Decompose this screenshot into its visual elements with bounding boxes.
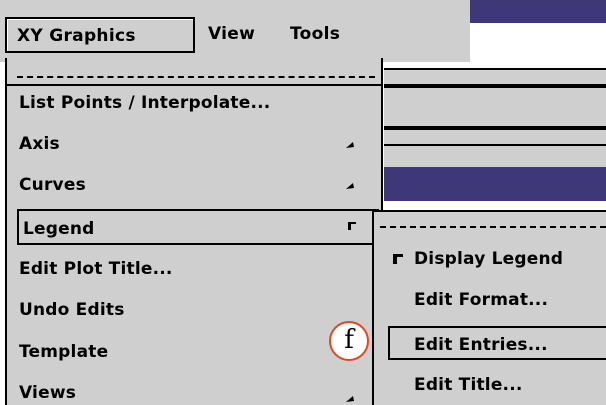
background-window-strip	[384, 128, 606, 146]
menu-item-views[interactable]: Views	[15, 375, 377, 405]
tearoff-line[interactable]	[17, 76, 375, 78]
submenu-item-edit-format[interactable]: Edit Format...	[382, 283, 606, 317]
menu-item-legend[interactable]: Legend	[17, 209, 379, 245]
menu-item-label: Axis	[19, 134, 60, 154]
menu-item-label: Views	[19, 383, 77, 403]
menu-view[interactable]: View	[198, 17, 265, 53]
menu-item-axis[interactable]: Axis	[15, 126, 377, 162]
tearoff-line[interactable]	[380, 226, 606, 228]
annotation-callout: f	[329, 321, 369, 361]
xy-graphics-dropdown: List Points / Interpolate... Axis Curves…	[5, 58, 383, 405]
submenu-arrow-icon	[346, 396, 354, 402]
screen: XY Graphics View Tools List Points / Int…	[0, 0, 606, 405]
submenu-arrow-icon	[348, 222, 356, 230]
submenu-item-label: Edit Title...	[414, 375, 523, 395]
submenu-item-label: Display Legend	[414, 249, 564, 269]
background-window-titlebar	[465, 0, 606, 23]
submenu-arrow-icon	[346, 142, 354, 148]
submenu-item-label: Edit Entries...	[414, 335, 548, 355]
background-window-blue-area	[384, 167, 606, 201]
submenu-item-edit-title[interactable]: Edit Title...	[382, 368, 606, 402]
menu-item-undo-edits[interactable]: Undo Edits	[15, 292, 377, 328]
menu-item-label: Curves	[19, 175, 86, 195]
submenu-item-display-legend[interactable]: Display Legend	[382, 242, 606, 276]
menu-item-template[interactable]: Template	[15, 334, 377, 370]
menu-item-label: List Points / Interpolate...	[19, 93, 271, 113]
submenu-arrow-icon	[346, 183, 354, 189]
menu-item-label: Template	[19, 342, 109, 362]
submenu-item-label: Edit Format...	[414, 290, 549, 310]
background-window-strip	[384, 68, 606, 86]
menu-item-label: Undo Edits	[19, 300, 125, 320]
background-window-panel	[384, 146, 606, 167]
menu-xy-graphics[interactable]: XY Graphics	[5, 17, 195, 53]
menu-item-label: Legend	[23, 219, 95, 239]
menubar: XY Graphics View Tools	[0, 0, 470, 62]
menu-tools[interactable]: Tools	[280, 17, 350, 53]
legend-submenu: Display Legend Edit Format... Edit Entri…	[372, 210, 606, 405]
submenu-item-edit-entries[interactable]: Edit Entries...	[388, 326, 606, 360]
menu-item-list-points[interactable]: List Points / Interpolate...	[15, 85, 377, 121]
check-icon	[393, 254, 403, 264]
menu-item-label: Edit Plot Title...	[19, 259, 173, 279]
menu-item-curves[interactable]: Curves	[15, 167, 377, 203]
menu-item-edit-plot-title[interactable]: Edit Plot Title...	[15, 251, 377, 287]
background-window-strip	[384, 86, 606, 128]
